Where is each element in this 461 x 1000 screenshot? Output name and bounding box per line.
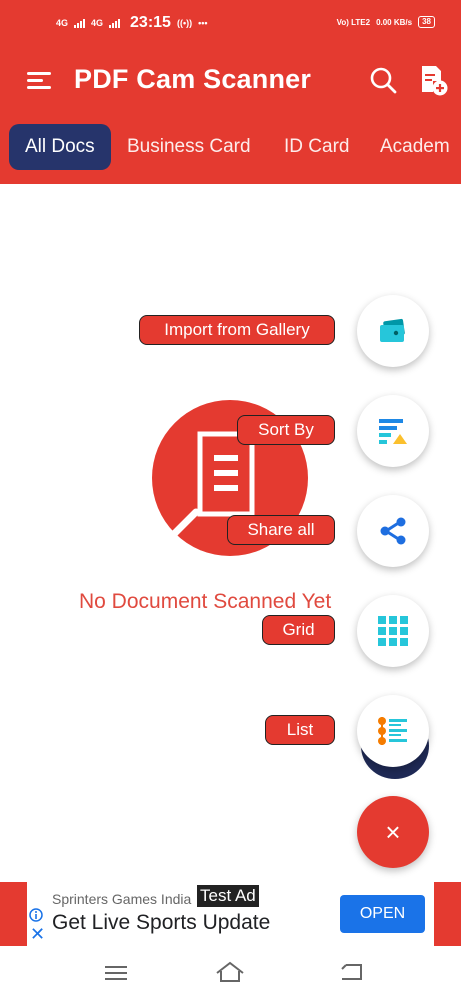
- battery-icon: 38: [418, 16, 435, 28]
- sort-by-button[interactable]: [357, 395, 429, 467]
- sort-by-label[interactable]: Sort By: [237, 415, 335, 445]
- signal-icon: [74, 18, 86, 28]
- ad-banner[interactable]: ✕ Sprinters Games India Test Ad Get Live…: [0, 882, 461, 946]
- tab-all-docs[interactable]: All Docs: [9, 124, 111, 170]
- grid-view-button[interactable]: [357, 595, 429, 667]
- signal-icon: [109, 18, 121, 28]
- tab-business-card[interactable]: Business Card: [127, 124, 251, 170]
- list-view-button[interactable]: [357, 695, 429, 767]
- list-label[interactable]: List: [265, 715, 335, 745]
- add-document-icon[interactable]: [419, 64, 449, 96]
- app-bar: PDF Cam Scanner: [0, 52, 461, 110]
- list-icon: [378, 717, 407, 745]
- back-icon[interactable]: [338, 962, 364, 982]
- grid-label[interactable]: Grid: [262, 615, 335, 645]
- import-from-gallery-label[interactable]: Import from Gallery: [139, 315, 335, 345]
- category-tabs: All Docs Business Card ID Card Academ: [0, 110, 461, 184]
- tab-academic[interactable]: Academ: [380, 124, 450, 170]
- test-ad-tag: Test Ad: [197, 885, 259, 907]
- home-icon[interactable]: [215, 960, 245, 984]
- clock: 23:15: [130, 14, 171, 31]
- share-icon: [380, 517, 406, 545]
- network-type-1: 4G: [56, 18, 69, 28]
- volte-indicator: Vo) LTE2: [336, 17, 371, 27]
- gallery-icon: [380, 318, 405, 342]
- app-title: PDF Cam Scanner: [74, 64, 312, 94]
- tab-id-card[interactable]: ID Card: [284, 124, 349, 170]
- more-notifications-icon: •••: [198, 18, 208, 28]
- battery-level: 38: [422, 17, 431, 26]
- recents-menu-icon[interactable]: [104, 964, 128, 982]
- ad-info-icon[interactable]: [29, 908, 43, 922]
- ad-headline[interactable]: Get Live Sports Update: [52, 911, 270, 935]
- status-bar: 4G 4G 23:15 ((•)) ••• Vo) LTE2 0.00 KB/s…: [0, 0, 461, 52]
- hotspot-icon: ((•)): [176, 18, 193, 28]
- system-navigation-bar: [0, 946, 461, 1000]
- status-right: Vo) LTE2 0.00 KB/s 38: [337, 16, 435, 28]
- close-icon: ×: [385, 817, 401, 847]
- share-all-label[interactable]: Share all: [227, 515, 335, 545]
- ad-sponsor: Sprinters Games India: [52, 891, 192, 907]
- grid-icon: [378, 616, 408, 646]
- empty-state-message: No Document Scanned Yet: [79, 590, 332, 613]
- ad-edge-right: [434, 882, 461, 946]
- menu-icon[interactable]: [27, 69, 51, 91]
- import-from-gallery-button[interactable]: [357, 295, 429, 367]
- data-speed: 0.00 KB/s: [376, 17, 413, 27]
- sort-icon: [379, 419, 407, 444]
- ad-close-icon[interactable]: ✕: [30, 925, 45, 943]
- ad-edge-left: [0, 882, 27, 946]
- status-left: 4G 4G 23:15 ((•)) •••: [56, 14, 208, 32]
- search-icon[interactable]: [369, 66, 397, 94]
- network-type-2: 4G: [91, 18, 104, 28]
- ad-open-button[interactable]: OPEN: [340, 895, 425, 933]
- share-all-button[interactable]: [357, 495, 429, 567]
- close-fab-button[interactable]: ×: [357, 796, 429, 868]
